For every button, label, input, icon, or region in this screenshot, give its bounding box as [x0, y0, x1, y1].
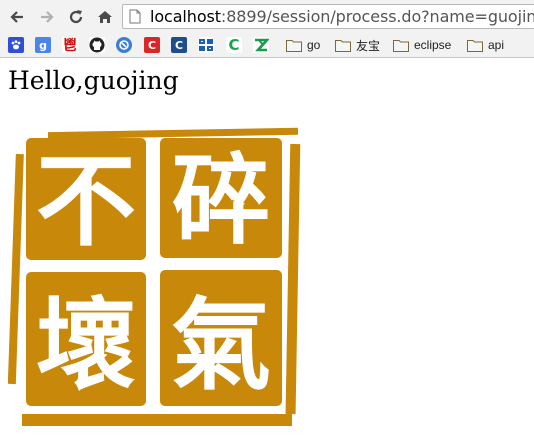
bookmark-folder-eclipse[interactable]: eclipse	[393, 36, 451, 54]
c-green-icon[interactable]: C	[226, 36, 242, 54]
c-red-icon[interactable]: C	[144, 37, 160, 53]
address-bar[interactable]: localhost:8899/session/process.do?name=g…	[122, 4, 534, 29]
folder-icon	[335, 39, 351, 52]
url-host: localhost	[150, 7, 221, 26]
back-arrow-icon	[10, 11, 23, 23]
c-blue-icon[interactable]: C	[171, 37, 187, 53]
seal-char-1: 不	[36, 143, 136, 260]
url-text: localhost:8899/session/process.do?name=g…	[150, 7, 534, 26]
greeting-text: Hello,guojing	[8, 66, 179, 95]
bookmark-folder-go[interactable]: go	[286, 36, 320, 54]
bookmark-folder-label: api	[488, 38, 505, 52]
douban-icon[interactable]: 鬯	[62, 37, 78, 54]
seal-char-2: 碎	[172, 144, 270, 258]
reload-button[interactable]	[65, 6, 87, 28]
folder-icon	[467, 39, 483, 52]
bookmark-folder-api[interactable]: api	[467, 36, 504, 54]
folder-icon	[393, 39, 409, 52]
seal-char-4: 氣	[171, 287, 271, 404]
forward-arrow-icon	[41, 11, 54, 23]
reload-icon	[69, 10, 83, 24]
browser-icon[interactable]	[116, 37, 132, 53]
browser-toolbar: localhost:8899/session/process.do?name=g…	[0, 0, 534, 33]
home-button[interactable]	[94, 6, 116, 28]
seal-image: 不 碎 壞 氣	[8, 127, 301, 426]
bookmarks-bar: g 鬯 C C C go 友宝 eclipse api	[0, 33, 534, 58]
home-icon	[98, 11, 112, 23]
github-icon[interactable]	[89, 37, 105, 53]
folder-icon	[286, 39, 302, 52]
bookmark-folder-label: 友宝	[356, 38, 381, 53]
paw-icon[interactable]	[8, 37, 24, 53]
seal-char-3: 壞	[36, 287, 136, 404]
bookmark-folder-label: go	[307, 38, 321, 52]
z-green-icon[interactable]	[253, 37, 269, 53]
bookmark-folder-youbao[interactable]: 友宝	[335, 36, 380, 54]
google-icon[interactable]: g	[35, 37, 51, 53]
grid-icon[interactable]	[198, 37, 214, 53]
url-path: :8899/session/process.do?name=guojing	[220, 7, 534, 26]
back-button[interactable]	[6, 6, 28, 28]
bookmark-folder-label: eclipse	[414, 38, 452, 52]
forward-button[interactable]	[36, 6, 58, 28]
page-icon	[129, 9, 141, 24]
